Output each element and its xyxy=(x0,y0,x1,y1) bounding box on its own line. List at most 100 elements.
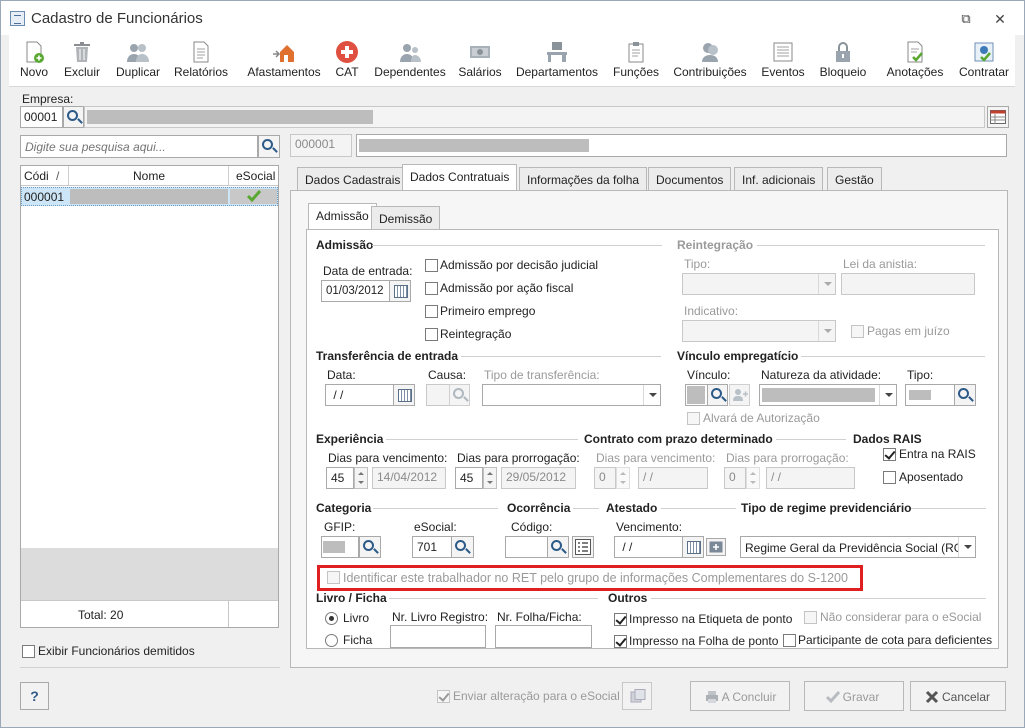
etiqueta-ponto-checkbox[interactable] xyxy=(614,613,627,626)
atestado-venc-input[interactable] xyxy=(614,536,683,558)
empresa-code-input[interactable] xyxy=(20,106,63,128)
livro-radio[interactable] xyxy=(325,612,338,625)
salarios-button[interactable]: Salários xyxy=(455,35,505,85)
gravar-button[interactable]: Gravar xyxy=(804,681,904,711)
relatorios-button[interactable]: Relatórios xyxy=(169,35,233,85)
reint-tipo-dropdown[interactable] xyxy=(682,273,836,295)
tab-dados-contratuais[interactable]: Dados Contratuais xyxy=(402,164,518,191)
esocial-send-button[interactable] xyxy=(622,682,652,710)
house-arrow-icon xyxy=(273,45,294,62)
atestado-add-button[interactable] xyxy=(706,538,726,556)
table-row[interactable]: 000001 xyxy=(21,187,278,206)
entra-rais-checkbox[interactable] xyxy=(883,448,896,461)
afastamentos-button[interactable]: Afastamentos xyxy=(243,35,325,85)
contrato-venc-days-input[interactable]: 0 xyxy=(594,467,616,489)
dependentes-button[interactable]: Dependentes xyxy=(371,35,449,85)
ret-checkbox[interactable] xyxy=(327,571,340,584)
show-dismissed-checkbox[interactable] xyxy=(22,645,35,658)
alvara-checkbox[interactable] xyxy=(687,412,700,425)
exp-venc-days-input[interactable] xyxy=(326,467,354,489)
tab-dados-cadastrais[interactable]: Dados Cadastrais xyxy=(297,167,409,191)
search-input[interactable] xyxy=(20,135,258,158)
ficha-radio[interactable] xyxy=(325,634,338,647)
regime-dropdown[interactable]: Regime Geral da Previdência Social (RGP xyxy=(740,536,976,558)
tab-informacoes-folha[interactable]: Informações da folha xyxy=(519,167,648,191)
natureza-dropdown[interactable] xyxy=(759,384,897,406)
esocial-cat-search-button[interactable] xyxy=(451,536,474,558)
search-button[interactable] xyxy=(258,135,280,158)
contratar-button[interactable]: Contratar xyxy=(955,35,1013,85)
vinculo-tipo-search-button[interactable] xyxy=(954,384,976,406)
nao-considerar-checkbox[interactable] xyxy=(804,611,817,624)
close-icon[interactable]: ✕ xyxy=(992,11,1008,28)
concluir-button[interactable]: A Concluir xyxy=(690,681,790,711)
cat-button[interactable]: CAT xyxy=(331,35,363,85)
transf-data-input[interactable] xyxy=(325,384,394,406)
ocorrencia-codigo-input[interactable] xyxy=(505,536,548,558)
col-codigo[interactable]: Códi xyxy=(24,169,49,183)
col-nome[interactable]: Nome xyxy=(133,169,165,183)
calendar-icon[interactable] xyxy=(393,384,415,406)
indicativo-dropdown[interactable] xyxy=(682,320,836,342)
pagas-juizo-checkbox[interactable] xyxy=(851,325,864,338)
exp-prorr-days-input[interactable] xyxy=(455,467,483,489)
calendar-icon[interactable] xyxy=(682,536,704,558)
nr-folha-input[interactable] xyxy=(495,625,592,648)
novo-button[interactable]: Novo xyxy=(13,35,55,85)
aposentado-checkbox[interactable] xyxy=(883,471,896,484)
enviar-esocial-checkbox[interactable] xyxy=(437,690,450,703)
help-button[interactable]: ? xyxy=(20,682,49,710)
exp-venc-spinner[interactable] xyxy=(354,467,368,489)
vinculo-tipo-input[interactable] xyxy=(905,384,955,406)
causa-search-button[interactable] xyxy=(449,384,470,406)
tab-inf-adicionais[interactable]: Inf. adicionais xyxy=(734,167,824,191)
restore-icon[interactable]: ⧉ xyxy=(958,11,974,27)
subtab-admissao[interactable]: Admissão xyxy=(308,203,377,230)
contrato-prorr-spinner[interactable] xyxy=(746,467,760,489)
ocorrencia-list-button[interactable] xyxy=(572,536,594,558)
data-entrada-input[interactable] xyxy=(321,280,390,302)
contribuicoes-button[interactable]: Contribuições xyxy=(669,35,751,85)
bloqueio-button[interactable]: Bloqueio xyxy=(815,35,871,85)
employee-name-field[interactable] xyxy=(356,134,1007,157)
contrato-prorr-days-input[interactable]: 0 xyxy=(724,467,746,489)
tab-gestao[interactable]: Gestão xyxy=(827,167,882,191)
col-esocial[interactable]: eSocial xyxy=(236,169,275,183)
empresa-table-button[interactable] xyxy=(987,106,1009,128)
tab-documentos[interactable]: Documentos xyxy=(648,167,732,191)
exp-prorr-spinner[interactable] xyxy=(483,467,497,489)
vinculo-add-button[interactable] xyxy=(729,384,750,406)
title-bar: Cadastro de Funcionários ⧉ ✕ xyxy=(1,1,1024,35)
departamentos-button[interactable]: Departamentos xyxy=(513,35,601,85)
eventos-button[interactable]: Eventos xyxy=(755,35,811,85)
gfip-search-button[interactable] xyxy=(359,536,381,558)
exp-venc-label: Dias para vencimento: xyxy=(328,451,448,465)
ocorrencia-search-button[interactable] xyxy=(547,536,569,558)
subtab-demissao[interactable]: Demissão xyxy=(371,206,441,230)
vinculo-input[interactable] xyxy=(685,384,708,406)
admissao-fiscal-checkbox[interactable] xyxy=(425,282,438,295)
cota-deficientes-checkbox[interactable] xyxy=(783,634,796,647)
primeiro-emprego-checkbox[interactable] xyxy=(425,305,438,318)
vinculo-search-button[interactable] xyxy=(707,384,728,406)
cancelar-button[interactable]: Cancelar xyxy=(910,681,1006,711)
livro-radio-label: Livro xyxy=(343,611,370,625)
folha-ponto-checkbox[interactable] xyxy=(614,635,627,648)
reintegracao-checkbox[interactable] xyxy=(425,328,438,341)
excluir-button[interactable]: Excluir xyxy=(59,35,105,85)
empresa-search-button[interactable] xyxy=(63,106,84,128)
divider xyxy=(373,508,498,509)
calendar-icon[interactable] xyxy=(389,280,411,302)
causa-input[interactable] xyxy=(426,384,450,406)
nr-livro-input[interactable] xyxy=(390,625,486,648)
admissao-judicial-checkbox[interactable] xyxy=(425,259,438,272)
esocial-cat-input[interactable] xyxy=(412,536,452,558)
anotacoes-button[interactable]: Anotações xyxy=(879,35,951,85)
exp-venc-date-field: 14/04/2012 xyxy=(372,467,446,489)
tipo-transf-dropdown[interactable] xyxy=(482,384,661,406)
gfip-input[interactable] xyxy=(321,536,359,558)
lei-anistia-input[interactable] xyxy=(841,273,975,295)
duplicar-button[interactable]: Duplicar xyxy=(109,35,167,85)
funcoes-button[interactable]: Funções xyxy=(609,35,663,85)
contrato-venc-spinner[interactable] xyxy=(616,467,630,489)
